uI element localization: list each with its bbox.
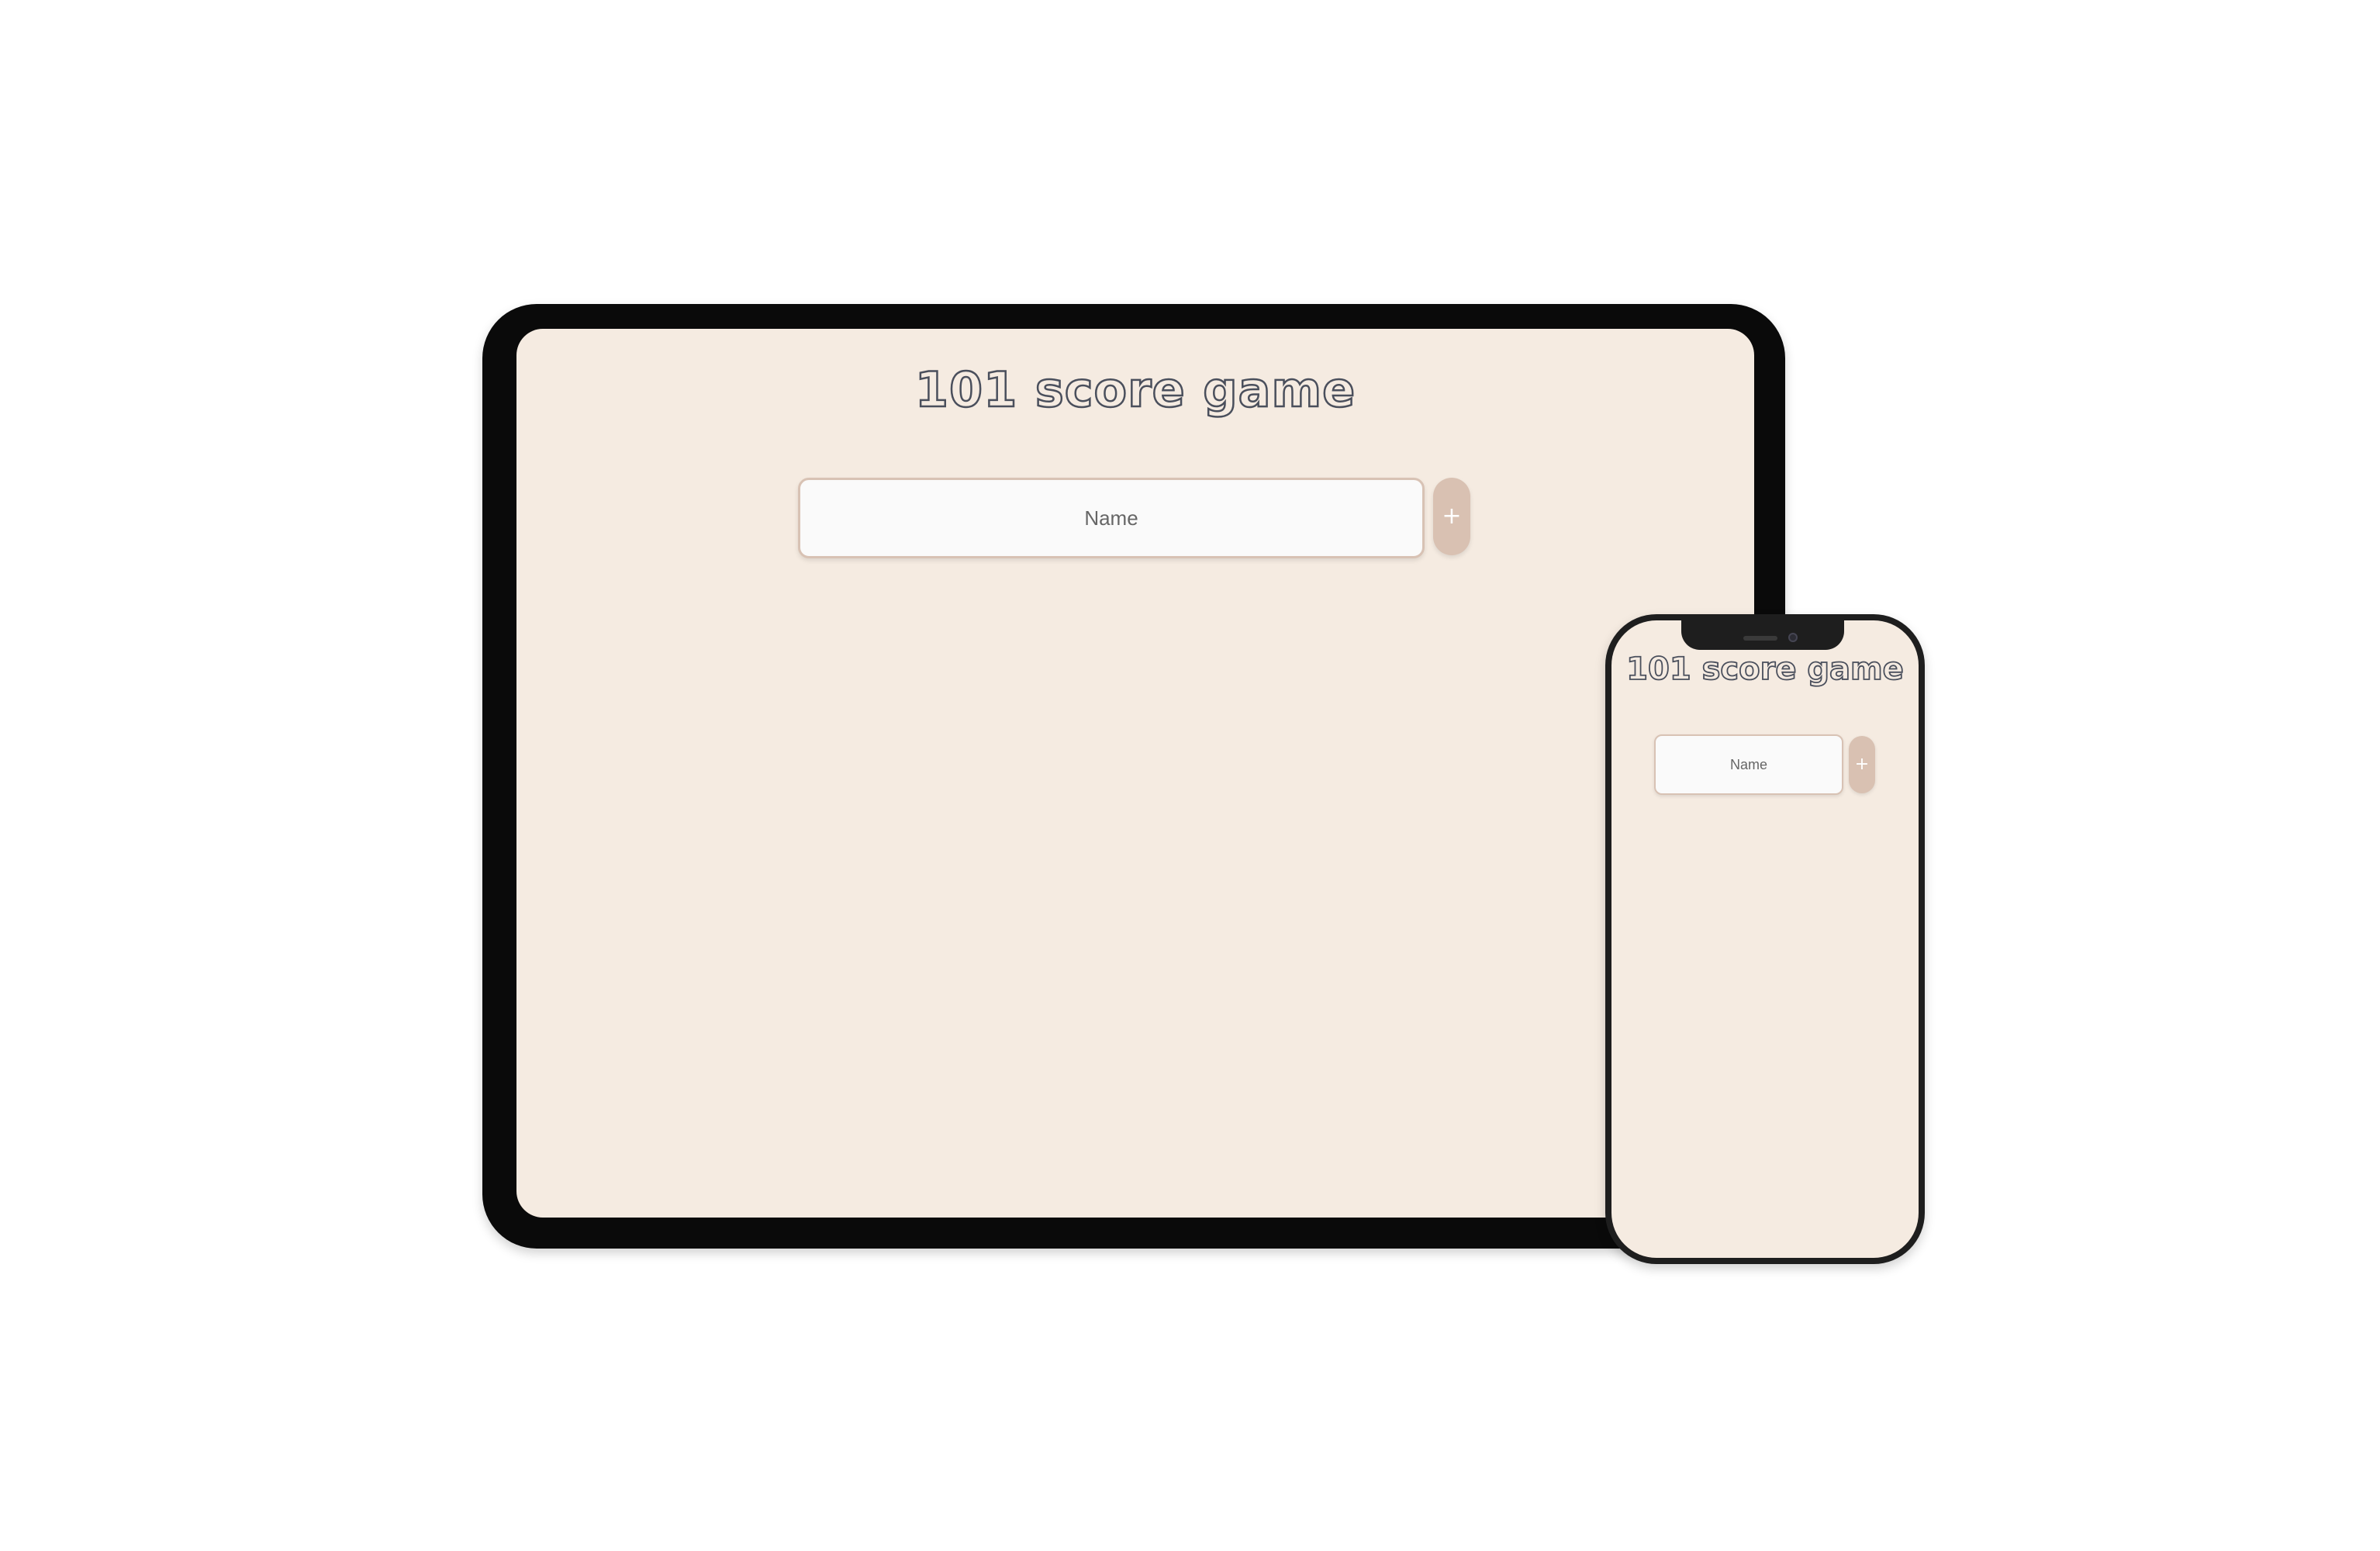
add-player-button[interactable]: + bbox=[1433, 478, 1470, 555]
mockup-stage: 101 score game + 101 score game + bbox=[0, 0, 2380, 1551]
phone-screen: 101 score game + bbox=[1611, 620, 1919, 1258]
page-title: 101 score game bbox=[914, 361, 1356, 420]
camera-icon bbox=[1788, 633, 1798, 642]
speaker-icon bbox=[1743, 636, 1777, 641]
tablet-device-frame: 101 score game + bbox=[482, 304, 1785, 1249]
name-input[interactable] bbox=[798, 478, 1425, 558]
tablet-screen: 101 score game + bbox=[516, 329, 1754, 1218]
phone-notch bbox=[1681, 620, 1844, 650]
phone-device-frame: 101 score game + bbox=[1605, 614, 1925, 1264]
add-player-button[interactable]: + bbox=[1849, 736, 1875, 793]
page-title: 101 score game bbox=[1625, 651, 1904, 688]
name-input[interactable] bbox=[1654, 734, 1843, 795]
